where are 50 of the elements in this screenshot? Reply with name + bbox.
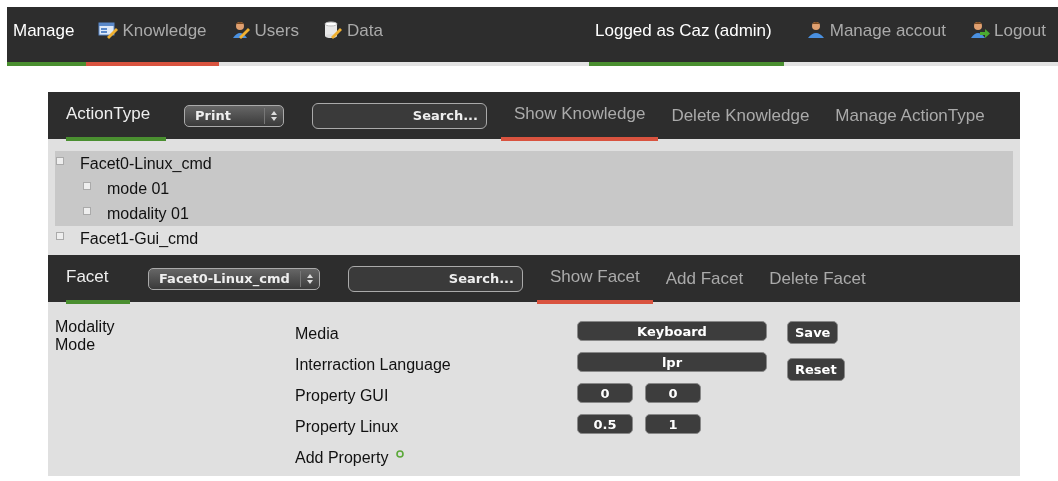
dropdown[interactable]: Facet0-Linux_cmd — [148, 267, 320, 290]
database-pencil-icon — [322, 21, 343, 39]
dropdown[interactable]: Print — [184, 104, 284, 127]
tree-item[interactable]: mode 01 — [107, 179, 170, 198]
search-field[interactable]: Search... — [348, 265, 523, 292]
tree-item[interactable]: Facet1-Gui_cmd — [80, 229, 199, 248]
nav-tab[interactable]: Manage accout — [793, 7, 958, 66]
updown-arrows-icon — [300, 270, 313, 287]
list-item[interactable]: Mode — [55, 336, 295, 354]
nav-link[interactable]: Show Knowledge — [501, 94, 659, 141]
user-icon — [805, 21, 826, 39]
nav-tab[interactable]: Users — [218, 7, 311, 66]
action-button[interactable]: Save — [787, 321, 839, 344]
nav-title: Logged as Caz (admin) — [589, 7, 784, 66]
field-label: Media — [295, 325, 340, 344]
updown-arrows-icon — [264, 107, 277, 124]
tree-item[interactable]: modality 01 — [107, 204, 189, 223]
nav-tab[interactable]: Data — [310, 7, 395, 66]
field-label: Property Linux — [295, 418, 400, 437]
panel-title: ActionType — [66, 94, 166, 141]
add-circle-icon — [396, 450, 405, 458]
nav-link[interactable]: Show Facet — [537, 257, 653, 304]
input-field[interactable]: lpr — [577, 352, 767, 372]
form-icon — [98, 21, 119, 39]
list-item[interactable]: Modality — [55, 318, 295, 336]
nav-tab[interactable]: Knowledge — [86, 7, 219, 66]
field-label: Interraction Language — [295, 356, 452, 375]
input-field[interactable]: Keyboard — [577, 321, 767, 341]
input-field[interactable]: 0.5 — [577, 414, 633, 434]
input-field[interactable]: 0 — [645, 383, 701, 403]
leaf-icon — [83, 182, 91, 190]
input-field[interactable]: 1 — [645, 414, 701, 434]
nav-link[interactable]: Manage ActionType — [822, 92, 998, 139]
nav-link[interactable]: Delete Knowledge — [658, 92, 823, 139]
tree-item[interactable]: Facet0-Linux_cmd — [80, 154, 212, 173]
search-field[interactable]: Search... — [312, 102, 487, 129]
input-field[interactable]: 0 — [577, 383, 633, 403]
nav-title: Manage — [7, 7, 87, 66]
add-property-link[interactable]: Add Property — [295, 449, 389, 467]
user-pencil-icon — [230, 21, 251, 39]
action-button[interactable]: Reset — [787, 358, 845, 381]
collapse-icon[interactable] — [56, 157, 64, 165]
nav-link[interactable]: Add Facet — [652, 255, 757, 302]
user-arrow-icon — [970, 21, 990, 39]
nav-tab[interactable]: Logout — [958, 7, 1058, 66]
leaf-icon — [56, 232, 64, 240]
nav-link[interactable]: Delete Facet — [756, 255, 879, 302]
leaf-icon — [83, 207, 91, 215]
panel-title: Facet — [66, 257, 130, 304]
field-label: Property GUI — [295, 387, 390, 406]
